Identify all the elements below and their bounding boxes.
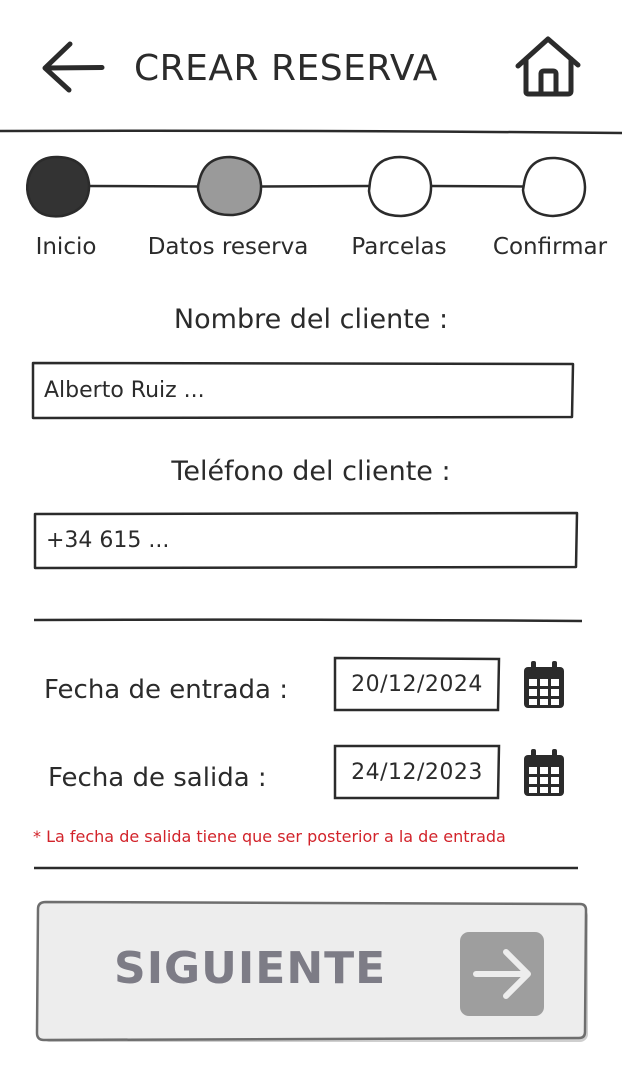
home-button[interactable]	[512, 34, 584, 98]
arrow-left-icon	[42, 41, 105, 93]
step-label-parcelas: Parcelas	[351, 234, 447, 260]
next-button-label: SIGUIENTE	[114, 943, 387, 994]
client-name-input[interactable]: Alberto Ruiz ...	[30, 360, 576, 420]
check-in-label: Fecha de entrada :	[44, 675, 289, 705]
check-in-value: 20/12/2024	[351, 671, 483, 697]
step-circle-datos-reserva	[196, 155, 263, 217]
client-phone-value: +34 615 ...	[46, 527, 170, 553]
step-circle-inicio	[25, 155, 91, 218]
check-in-calendar-button[interactable]	[522, 660, 566, 710]
client-phone-label: Teléfono del cliente :	[171, 456, 451, 487]
header-divider	[0, 129, 622, 135]
arrow-right-icon	[460, 932, 544, 1016]
date-error-message: * La fecha de salida tiene que ser poste…	[33, 827, 506, 846]
step-circle-parcelas	[367, 155, 433, 218]
next-button[interactable]: SIGUIENTE	[34, 900, 592, 1046]
calendar-icon	[524, 661, 564, 708]
section-divider	[34, 866, 578, 870]
home-icon	[515, 36, 581, 97]
check-out-value: 24/12/2023	[351, 759, 483, 785]
client-phone-input[interactable]: +34 615 ...	[32, 510, 580, 570]
client-name-value: Alberto Ruiz ...	[44, 377, 205, 403]
calendar-icon	[524, 749, 564, 796]
step-label-datos-reserva: Datos reserva	[147, 234, 309, 260]
check-out-calendar-button[interactable]	[522, 748, 566, 798]
back-button[interactable]	[40, 40, 106, 96]
step-circle-confirmar	[521, 156, 587, 218]
stepper	[25, 155, 587, 218]
step-label-inicio: Inicio	[35, 234, 97, 260]
client-name-label: Nombre del cliente :	[173, 304, 449, 335]
check-in-date-input[interactable]: 20/12/2024	[332, 655, 502, 713]
step-label-confirmar: Confirmar	[492, 234, 608, 260]
page-title: CREAR RESERVA	[134, 48, 438, 89]
check-out-label: Fecha de salida :	[48, 763, 267, 793]
section-divider	[34, 618, 582, 623]
check-out-date-input[interactable]: 24/12/2023	[332, 743, 502, 801]
